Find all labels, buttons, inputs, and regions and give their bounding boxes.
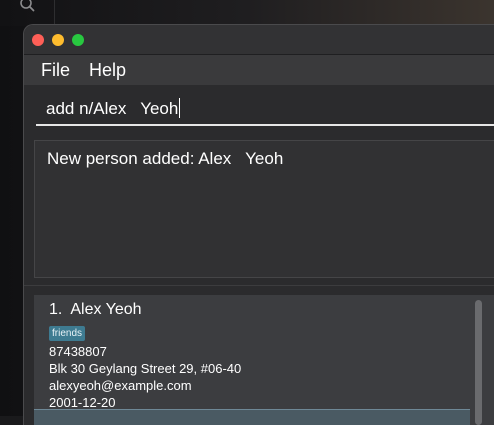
command-input[interactable]: add n/Alex Yeoh: [36, 94, 494, 126]
tag-badge: friends: [49, 326, 86, 341]
result-display-area: New person added: Alex Yeoh: [24, 133, 494, 285]
menu-file[interactable]: File: [41, 59, 70, 81]
person-phone: 87438807: [49, 344, 107, 359]
app-window: File Help add n/Alex Yeoh New person add…: [23, 24, 494, 425]
close-window-button[interactable]: [32, 34, 44, 46]
person-list[interactable]: 1. Alex Yeoh friends 87438807 Blk 30 Gey…: [34, 295, 494, 425]
command-box: add n/Alex Yeoh: [24, 86, 494, 132]
maximize-window-button[interactable]: [72, 34, 84, 46]
person-list-area: 1. Alex Yeoh friends 87438807 Blk 30 Gey…: [24, 285, 494, 425]
command-text: add n/Alex Yeoh: [46, 99, 179, 118]
result-message: New person added: Alex Yeoh: [47, 149, 284, 168]
menu-help[interactable]: Help: [89, 59, 126, 81]
person-card[interactable]: 1. Alex Yeoh friends 87438807 Blk 30 Gey…: [34, 295, 470, 410]
person-name: 1. Alex Yeoh: [49, 301, 142, 318]
desktop-top-bar: [0, 0, 494, 26]
menu-bar: File Help: [24, 55, 494, 85]
desktop-divider: [54, 0, 55, 26]
scrollbar-thumb[interactable]: [475, 300, 482, 425]
title-bar[interactable]: [24, 25, 494, 55]
person-address: Blk 30 Geylang Street 29, #06-40: [49, 361, 242, 376]
person-email: alexyeoh@example.com: [49, 378, 192, 393]
search-icon[interactable]: [19, 0, 35, 14]
person-card-selected[interactable]: [34, 409, 470, 425]
text-caret: [179, 98, 181, 118]
result-display[interactable]: New person added: Alex Yeoh: [34, 140, 494, 278]
minimize-window-button[interactable]: [52, 34, 64, 46]
person-birthday: 2001-12-20: [49, 395, 116, 410]
